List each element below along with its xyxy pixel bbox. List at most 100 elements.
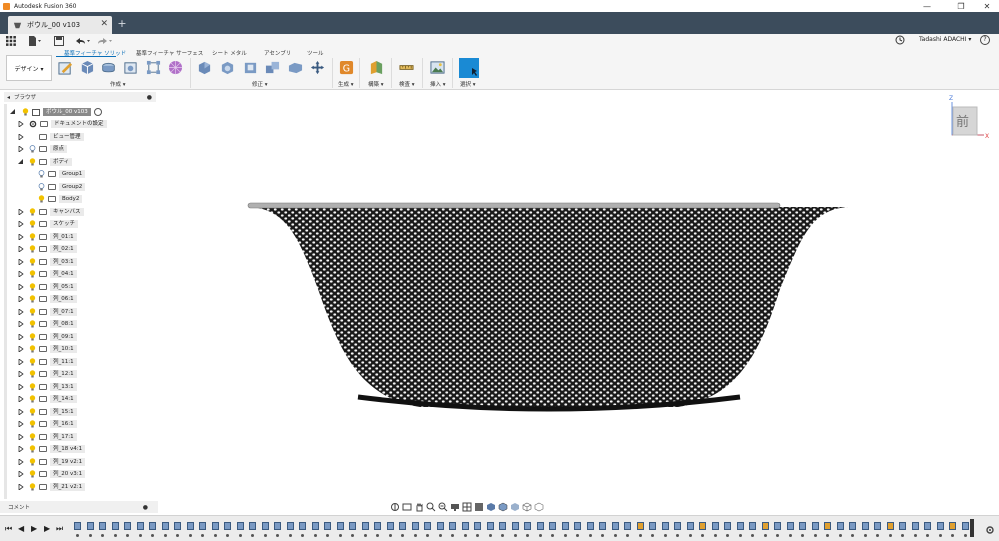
- browser-node-row[interactable]: 列_04:1: [18, 268, 77, 280]
- timeline-feature-icon[interactable]: [861, 522, 869, 530]
- select-tool-icon[interactable]: [459, 58, 479, 78]
- timeline-feature-icon[interactable]: [261, 522, 269, 530]
- browser-node-row[interactable]: ドキュメントの設定: [18, 118, 107, 130]
- timeline-feature-icon[interactable]: [424, 522, 431, 530]
- timeline-last-icon[interactable]: ⏭: [56, 524, 64, 534]
- browser-node-row[interactable]: 原点: [18, 143, 68, 155]
- save-icon[interactable]: [54, 35, 64, 47]
- expand-triangle-icon[interactable]: [18, 346, 24, 352]
- lightbulb-icon[interactable]: [29, 395, 36, 403]
- lightbulb-icon[interactable]: [29, 320, 36, 328]
- tab-assembly[interactable]: アセンブリ: [264, 49, 291, 57]
- expand-triangle-icon[interactable]: [18, 221, 24, 227]
- timeline-feature-icon[interactable]: [374, 522, 381, 530]
- lightbulb-icon[interactable]: [29, 482, 36, 491]
- expand-triangle-icon[interactable]: [18, 308, 24, 315]
- timeline-feature-icon[interactable]: [336, 522, 344, 530]
- offset-plane-icon[interactable]: [369, 60, 384, 75]
- app-grid-icon[interactable]: [6, 35, 16, 47]
- timeline-feature-icon[interactable]: [786, 522, 794, 530]
- shell-icon[interactable]: [243, 60, 258, 75]
- timeline-settings-gear-icon[interactable]: [985, 525, 995, 535]
- expand-triangle-icon[interactable]: [18, 321, 24, 327]
- maximize-button[interactable]: ❐: [949, 0, 973, 12]
- timeline-feature-icon[interactable]: [211, 522, 219, 530]
- generative-design-icon[interactable]: G: [339, 60, 354, 75]
- timeline-feature-icon[interactable]: [386, 522, 394, 530]
- timeline-feature-icon[interactable]: [136, 522, 144, 530]
- timeline-feature-icon[interactable]: [574, 522, 581, 530]
- lightbulb-icon[interactable]: [38, 170, 45, 178]
- browser-node-row[interactable]: 列_07:1: [18, 306, 77, 318]
- timeline-feature-icon[interactable]: [311, 522, 319, 530]
- expand-triangle-icon[interactable]: [18, 271, 24, 277]
- fillet-icon[interactable]: [220, 60, 235, 75]
- orbit-icon[interactable]: [390, 502, 400, 512]
- lightbulb-icon[interactable]: [29, 457, 36, 466]
- timeline-feature-icon[interactable]: [949, 522, 956, 530]
- timeline-feature-icon[interactable]: [99, 522, 106, 530]
- browser-node-row[interactable]: スケッチ: [18, 218, 79, 230]
- timeline-feature-icon[interactable]: [599, 522, 606, 530]
- expand-triangle-icon[interactable]: [18, 121, 24, 127]
- timeline-feature-icon[interactable]: [511, 522, 519, 530]
- expand-triangle-icon[interactable]: [18, 296, 24, 302]
- user-account-menu[interactable]: Tadashi ADACHI ▾: [919, 36, 971, 43]
- help-icon[interactable]: ?: [980, 35, 990, 45]
- browser-node-row[interactable]: 列_11:1: [18, 356, 77, 368]
- lightbulb-icon[interactable]: [29, 257, 36, 266]
- timeline-feature-icon[interactable]: [124, 522, 131, 530]
- timeline-next-icon[interactable]: ▶: [44, 524, 52, 534]
- timeline-feature-icon[interactable]: [86, 522, 94, 530]
- job-status-clock-icon[interactable]: [895, 35, 905, 45]
- timeline-feature-icon[interactable]: [611, 522, 619, 530]
- lightbulb-icon[interactable]: [29, 445, 36, 453]
- grid-snaps-icon[interactable]: [462, 502, 472, 512]
- expand-triangle-icon[interactable]: [18, 433, 24, 440]
- new-tab-button[interactable]: +: [116, 18, 128, 30]
- lightbulb-icon[interactable]: [29, 407, 36, 416]
- timeline-feature-icon[interactable]: [224, 522, 231, 530]
- expand-triangle-icon[interactable]: [18, 258, 24, 265]
- zoom-icon[interactable]: [426, 502, 436, 512]
- timeline-feature-icon[interactable]: [174, 522, 181, 530]
- timeline-feature-icon[interactable]: [724, 522, 731, 530]
- timeline-feature-icon[interactable]: [149, 522, 156, 530]
- browser-node-row[interactable]: 列_12:1: [18, 368, 77, 380]
- create-group-label[interactable]: 作成 ▾: [110, 80, 126, 88]
- timeline-feature-icon[interactable]: [461, 522, 469, 530]
- timeline-feature-icon[interactable]: [674, 522, 681, 530]
- lightbulb-icon[interactable]: [29, 220, 36, 228]
- measure-icon[interactable]: [399, 60, 414, 75]
- timeline-feature-icon[interactable]: [761, 522, 769, 530]
- timeline-feature-icon[interactable]: [899, 522, 906, 530]
- expand-triangle-icon[interactable]: [10, 109, 16, 115]
- timeline-feature-icon[interactable]: [686, 522, 694, 530]
- lightbulb-icon[interactable]: [29, 357, 36, 366]
- expand-triangle-icon[interactable]: [18, 483, 24, 490]
- timeline-feature-icon[interactable]: [274, 522, 281, 530]
- lightbulb-icon[interactable]: [38, 182, 45, 191]
- timeline-feature-icon[interactable]: [449, 522, 456, 530]
- timeline-feature-icon[interactable]: [736, 522, 744, 530]
- lightbulb-icon[interactable]: [29, 382, 36, 391]
- expand-triangle-icon[interactable]: [18, 246, 24, 252]
- hidden-edges-icon[interactable]: [510, 502, 520, 512]
- timeline-first-icon[interactable]: ⏮: [5, 524, 13, 534]
- browser-node-row[interactable]: 列_19 v2:1: [18, 456, 86, 468]
- timeline-feature-icon[interactable]: [774, 522, 781, 530]
- expand-triangle-icon[interactable]: [18, 283, 24, 290]
- lightbulb-icon[interactable]: [29, 207, 36, 216]
- timeline-feature-icon[interactable]: [874, 522, 881, 530]
- expand-triangle-icon[interactable]: [18, 383, 24, 390]
- lightbulb-icon[interactable]: [29, 295, 36, 303]
- expand-triangle-icon[interactable]: [18, 333, 24, 340]
- redo-icon[interactable]: [96, 35, 112, 47]
- press-pull-icon[interactable]: [197, 60, 212, 75]
- timeline-feature-icon[interactable]: [824, 522, 831, 530]
- extrude-icon[interactable]: [101, 60, 116, 75]
- browser-node-row[interactable]: 列_13:1: [18, 381, 77, 393]
- lightbulb-icon[interactable]: [29, 270, 36, 278]
- fit-icon[interactable]: [438, 502, 448, 512]
- browser-node-row[interactable]: Group2: [38, 181, 86, 193]
